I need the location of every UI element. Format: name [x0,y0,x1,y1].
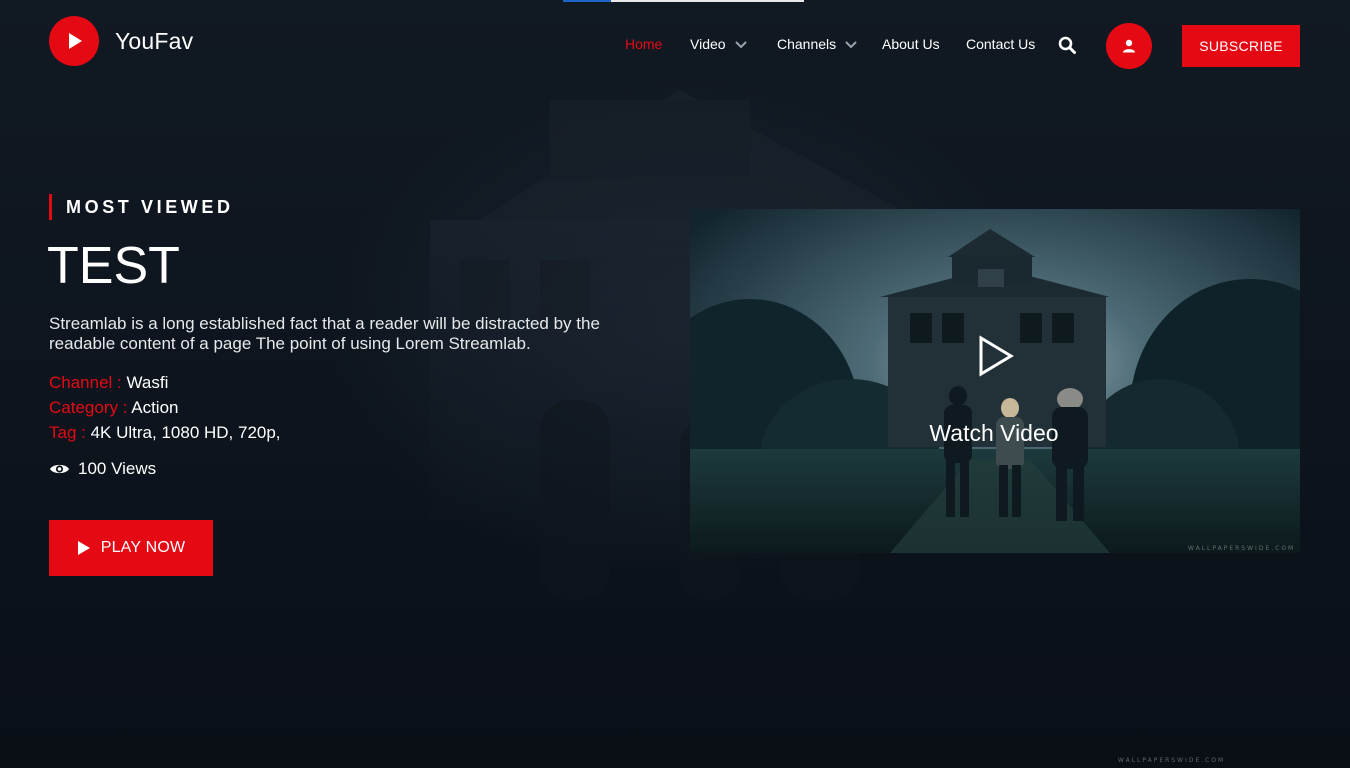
meta-channel: Channel : Wasfi [49,373,168,393]
watermark: WALLPAPERSWIDE.COM [1188,545,1296,552]
nav-item-contact-us[interactable]: Contact Us [966,36,1035,52]
eyebrow-text: MOST VIEWED [66,196,234,217]
nav-item-video[interactable]: Video [690,36,747,52]
header: YouFav Home Video Channels About Us Cont… [0,0,1350,90]
chevron-down-icon [845,36,857,52]
section-eyebrow: MOST VIEWED [49,194,234,220]
meta-category-value: Action [131,398,179,417]
subscribe-button[interactable]: SUBSCRIBE [1182,25,1300,67]
logo[interactable]: YouFav [49,16,193,66]
meta-category: Category : Action [49,398,178,418]
user-account-button[interactable] [1106,23,1152,69]
watch-video-label[interactable]: Watch Video [690,420,1300,447]
meta-channel-value: Wasfi [126,373,169,392]
meta-tag-label: Tag : [49,423,86,442]
play-outline-icon[interactable] [977,335,1015,377]
view-count-text: 100 Views [78,459,157,478]
play-icon [49,16,99,66]
search-icon[interactable] [1058,36,1076,54]
meta-tag-value: 4K Ultra, 1080 HD, 720p, [90,423,281,442]
page-watermark: WALLPAPERSWIDE.COM [1118,757,1226,764]
meta-category-label: Category : [49,398,128,417]
eye-icon [49,462,70,476]
user-icon [1123,39,1135,53]
nav-item-label: Channels [777,36,837,52]
video-thumbnail[interactable]: WALLPAPERSWIDE.COM [690,209,1300,553]
nav-item-about-us[interactable]: About Us [882,36,940,52]
nav-item-label: Home [625,36,663,52]
hero-description: Streamlab is a long established fact tha… [49,314,600,353]
hero-title: TEST [47,237,180,295]
chevron-down-icon [734,36,747,52]
eyebrow-accent-bar [49,194,52,220]
brand-name: YouFav [115,27,194,54]
view-count: 100 Views [49,459,156,479]
play-icon [77,540,91,556]
page: YouFav Home Video Channels About Us Cont… [0,0,1350,768]
meta-channel-label: Channel : [49,373,122,392]
watch-video-text: Watch Video [929,420,1059,446]
video-thumbnail-image [690,209,1300,553]
nav-item-label: About Us [882,36,940,52]
nav-item-label: Video [690,36,726,52]
play-now-label: PLAY NOW [100,539,186,556]
nav-item-label: Contact Us [966,36,1036,52]
meta-tag: Tag : 4K Ultra, 1080 HD, 720p, [49,423,281,443]
nav-item-home[interactable]: Home [625,36,662,52]
nav-item-channels[interactable]: Channels [777,36,857,52]
play-now-button[interactable]: PLAY NOW [49,520,213,576]
